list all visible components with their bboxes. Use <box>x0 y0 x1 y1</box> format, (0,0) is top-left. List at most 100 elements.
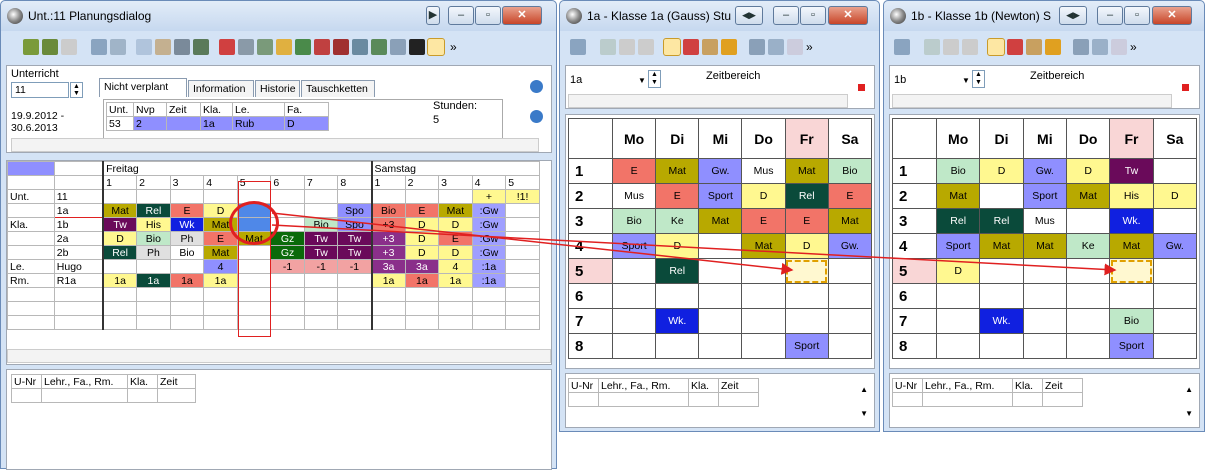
lesson-cell[interactable]: Rel <box>784 183 829 209</box>
maximize-button[interactable]: ▫ <box>475 6 501 25</box>
lesson-cell[interactable]: Rel <box>136 203 171 218</box>
lesson-cell[interactable] <box>935 283 981 309</box>
lesson-cell[interactable] <box>655 283 700 309</box>
lesson-cell[interactable]: Rel <box>102 245 138 260</box>
lesson-cell[interactable] <box>337 189 373 204</box>
link-icon[interactable] <box>962 39 978 55</box>
table2-icon[interactable] <box>768 39 784 55</box>
lesson-cell[interactable] <box>698 308 743 334</box>
swap-row-icon[interactable] <box>352 39 368 55</box>
lesson-cell[interactable] <box>1022 308 1067 334</box>
table-icon[interactable] <box>749 39 765 55</box>
lesson-cell[interactable]: Wk. <box>1109 208 1154 234</box>
graduate-icon[interactable] <box>409 39 425 55</box>
lesson-cell[interactable]: Sport <box>611 233 657 259</box>
remove-lesson-icon[interactable] <box>42 39 58 55</box>
add-lesson-icon[interactable] <box>23 39 39 55</box>
lesson-cell[interactable]: Wk. <box>655 308 700 334</box>
lesson-cell[interactable]: Mus <box>741 158 786 184</box>
overflow-chevron-icon[interactable]: » <box>1130 40 1137 54</box>
lesson-cell[interactable]: Tw <box>337 245 373 260</box>
selector-scrollbar[interactable] <box>892 94 1172 108</box>
spinner[interactable]: ▲ ▼ <box>648 70 661 88</box>
lesson-cell[interactable]: 3a <box>404 259 440 274</box>
lesson-cell[interactable] <box>741 283 786 309</box>
lesson-cell[interactable]: Mat <box>1109 233 1154 259</box>
lock-icon[interactable] <box>619 39 635 55</box>
lesson-cell[interactable] <box>1065 333 1111 359</box>
lesson-cell[interactable] <box>611 258 657 284</box>
lesson-cell[interactable]: Mus <box>611 183 657 209</box>
lesson-cell[interactable]: Mat <box>784 158 829 184</box>
lesson-cell[interactable] <box>337 273 373 288</box>
class-select[interactable]: 1a <box>570 74 582 86</box>
lesson-cell[interactable]: Spo <box>337 203 373 218</box>
lesson-cell[interactable] <box>1152 308 1198 334</box>
lock-icon[interactable] <box>155 39 171 55</box>
lesson-cell[interactable]: D <box>438 217 473 232</box>
lesson-cell[interactable]: D <box>1152 183 1198 209</box>
minimize-button[interactable]: – <box>773 6 799 25</box>
lesson-cell[interactable]: Bio <box>370 203 406 218</box>
lesson-cell[interactable] <box>1152 158 1198 184</box>
lesson-cell[interactable]: Bio <box>611 208 657 234</box>
lesson-cell[interactable]: Gw. <box>698 158 743 184</box>
lesson-cell[interactable]: D <box>404 217 440 232</box>
lesson-cell[interactable]: Mat <box>979 233 1024 259</box>
lesson-cell[interactable] <box>102 189 138 204</box>
selector-scrollbar[interactable] <box>568 94 848 108</box>
table-row[interactable]: 53 2 1a Rub D <box>106 116 329 131</box>
lesson-cell[interactable] <box>698 283 743 309</box>
pin-icon[interactable] <box>61 39 77 55</box>
refresh2-icon[interactable] <box>530 110 543 123</box>
lesson-cell[interactable] <box>169 259 205 274</box>
scroll-arrows[interactable]: ▲ ▼ <box>860 378 868 426</box>
lesson-cell[interactable]: Ph <box>136 245 171 260</box>
lesson-cell[interactable] <box>303 203 339 218</box>
copy-icon[interactable] <box>600 39 616 55</box>
lesson-cell[interactable] <box>505 273 540 288</box>
lesson-cell[interactable]: Mat <box>1022 233 1067 259</box>
lesson-cell[interactable]: Mus <box>1022 208 1067 234</box>
lesson-cell[interactable] <box>1065 258 1111 284</box>
lesson-cell[interactable] <box>698 333 743 359</box>
lesson-cell[interactable] <box>1109 283 1154 309</box>
lesson-cell[interactable]: Mat <box>438 203 473 218</box>
lesson-cell[interactable] <box>698 233 743 259</box>
minimize-button[interactable]: – <box>448 6 474 25</box>
lesson-cell[interactable] <box>655 333 700 359</box>
lesson-cell[interactable]: 1a <box>370 273 406 288</box>
lesson-cell[interactable]: !1! <box>505 189 540 204</box>
nav-prev-button[interactable]: ◀▶ <box>1059 6 1087 25</box>
lesson-cell[interactable]: Bio <box>935 158 981 184</box>
lesson-cell[interactable] <box>270 189 305 204</box>
lesson-cell[interactable]: Ke <box>1065 233 1111 259</box>
lesson-cell[interactable]: Tw <box>303 231 339 246</box>
lesson-cell[interactable]: D <box>404 231 440 246</box>
overflow-chevron-icon[interactable]: » <box>806 40 813 54</box>
lesson-cell[interactable] <box>979 283 1024 309</box>
lesson-cell[interactable]: Bio <box>169 245 205 260</box>
color-marker-icon[interactable] <box>1182 84 1189 91</box>
lesson-cell[interactable]: Sport <box>1109 333 1154 359</box>
settings-icon[interactable] <box>427 38 445 56</box>
close-button[interactable]: ✕ <box>502 6 542 25</box>
tab-information[interactable]: Information <box>188 80 254 97</box>
link-icon[interactable] <box>174 39 190 55</box>
lesson-cell[interactable]: Sport <box>1022 183 1067 209</box>
lesson-cell[interactable] <box>102 259 138 274</box>
lesson-cell[interactable] <box>741 308 786 334</box>
lesson-cell[interactable] <box>1152 283 1198 309</box>
lesson-cell[interactable] <box>404 189 440 204</box>
lesson-cell[interactable] <box>303 189 339 204</box>
lesson-cell[interactable]: E <box>169 203 205 218</box>
minimize-button[interactable]: – <box>1097 6 1123 25</box>
lesson-cell[interactable]: Bio <box>1109 308 1154 334</box>
lesson-cell[interactable]: Sport <box>935 233 981 259</box>
people-icon[interactable] <box>702 39 718 55</box>
lesson-cell[interactable]: Rel <box>935 208 981 234</box>
lesson-cell[interactable]: :Gw <box>471 231 507 246</box>
unterricht-input[interactable]: 11 <box>11 82 69 98</box>
clock-icon[interactable] <box>276 39 292 55</box>
grid-icon[interactable] <box>570 39 586 55</box>
